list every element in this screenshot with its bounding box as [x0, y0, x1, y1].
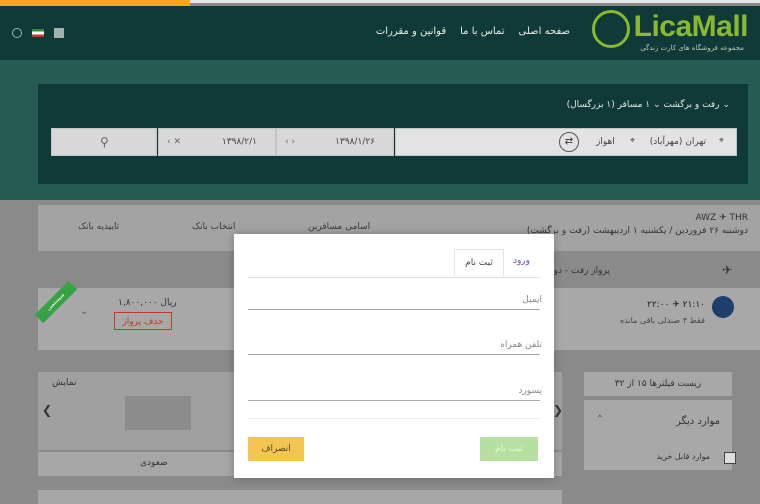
- destination-value: اهواز: [596, 137, 615, 147]
- site-header: LicaMall مجموعه فروشگاه های کارت زندگی ص…: [0, 6, 760, 60]
- step-passengers: اسامی مسافرین: [308, 222, 371, 232]
- header-tools: [12, 28, 64, 38]
- calendar-icon[interactable]: [54, 28, 64, 38]
- other-filters-title[interactable]: موارد دیگر: [676, 416, 720, 427]
- purchasable-filter-checkbox[interactable]: [724, 452, 736, 464]
- chevron-up-icon[interactable]: ⌃: [596, 414, 604, 425]
- reset-filters-button[interactable]: ریست فیلترها ۱۵ از ۳۲: [584, 372, 732, 396]
- phone-field[interactable]: [248, 334, 544, 356]
- nav-contact[interactable]: تماس با ما: [460, 26, 504, 37]
- plane-icon: ✈: [721, 263, 732, 277]
- phone-input[interactable]: [248, 334, 544, 356]
- origin-value: تهران (مهرآباد): [649, 137, 706, 147]
- cancel-button[interactable]: انصراف: [248, 437, 304, 461]
- flight-times: ۲۲:۰۰ ✈ ۲۱:۱۰: [647, 300, 705, 310]
- main-nav: صفحه اصلی تماس با ما قوانین و مقررات: [376, 26, 570, 37]
- flag-iran-icon[interactable]: [32, 29, 44, 37]
- seats-remaining: فقط ۳ صندلی باقی مانده: [620, 316, 705, 325]
- pin-icon: ⌖: [718, 136, 724, 146]
- password-field[interactable]: [248, 380, 544, 402]
- route-dates: دوشنبه ۲۶ فروردین / یکشنبه ۱ اردیبهشت (ر…: [526, 226, 748, 236]
- auth-tabs: ورود ثبت نام: [248, 249, 540, 278]
- airline-logo-icon: [712, 296, 734, 318]
- depart-date-field[interactable]: ۱۳۹۸/۱/۲۶ ‹ ›: [276, 128, 394, 156]
- search-icon: ⚲: [100, 135, 109, 149]
- chevron-down-icon[interactable]: ⌄: [80, 306, 88, 317]
- flight-price: ۱,۸۰۰,۰۰۰ ریال: [118, 298, 177, 308]
- email-field[interactable]: [248, 289, 544, 311]
- return-date-value: ۱۳۹۸/۲/۱: [221, 137, 257, 147]
- selected-day-cell[interactable]: [125, 396, 191, 430]
- clear-date-icon[interactable]: ‹ ✕: [167, 137, 181, 147]
- search-button[interactable]: ⚲: [51, 128, 157, 156]
- password-input[interactable]: [248, 380, 544, 402]
- depart-date-value: ۱۳۹۸/۱/۲۶: [335, 137, 375, 147]
- date-arrows-icon[interactable]: ‹ ›: [285, 137, 295, 147]
- top-accent-line: [190, 0, 760, 3]
- route-field[interactable]: تهران (مهرآباد) ⌖ ⇄ اهواز ⌖: [395, 128, 737, 156]
- date-strip-title: نمایش: [52, 378, 77, 388]
- swap-route-button[interactable]: ⇄: [559, 132, 579, 152]
- step-bank-select: انتخاب بانک: [192, 222, 236, 232]
- nav-terms[interactable]: قوانین و مقررات: [376, 26, 446, 37]
- logo-text: LicaMall: [633, 10, 749, 43]
- logo-mark-icon: [592, 10, 630, 48]
- site-logo[interactable]: LicaMall مجموعه فروشگاه های کارت زندگی: [588, 10, 749, 54]
- register-submit-button[interactable]: ثبت نام: [480, 437, 538, 461]
- delete-flight-button[interactable]: حذف پرواز: [114, 312, 172, 330]
- return-date-field[interactable]: ۱۳۹۸/۲/۱ ‹ ✕: [158, 128, 276, 156]
- next-card: [38, 490, 562, 504]
- logo-subtitle: مجموعه فروشگاه های کارت زندگی: [640, 44, 744, 52]
- pin-icon: ⌖: [630, 136, 636, 146]
- step-bank-confirm: تاییدیه بانک: [78, 222, 120, 232]
- auth-modal: ورود ثبت نام ثبت نام انصراف: [234, 234, 554, 478]
- purchasable-filter-label: موارد قابل خرید: [656, 452, 710, 461]
- nav-home[interactable]: صفحه اصلی: [519, 26, 570, 37]
- user-icon[interactable]: [12, 28, 22, 38]
- tab-register[interactable]: ثبت نام: [454, 249, 504, 276]
- trip-options[interactable]: رفت و برگشت ⌄ ۱ مسافر (۱ بزرگسال) ⌄: [567, 100, 730, 110]
- route-code: AWZ ✈ THR: [695, 213, 748, 223]
- arrow-left-icon[interactable]: ❮: [42, 403, 52, 417]
- route-summary: AWZ ✈ THR دوشنبه ۲۶ فروردین / یکشنبه ۱ ا…: [527, 212, 748, 238]
- sort-ascending[interactable]: صعودی: [140, 458, 168, 468]
- arrow-right-icon[interactable]: ❯: [553, 403, 563, 417]
- email-input[interactable]: [248, 289, 544, 311]
- modal-divider: [248, 418, 540, 419]
- tab-login[interactable]: ورود: [513, 256, 530, 266]
